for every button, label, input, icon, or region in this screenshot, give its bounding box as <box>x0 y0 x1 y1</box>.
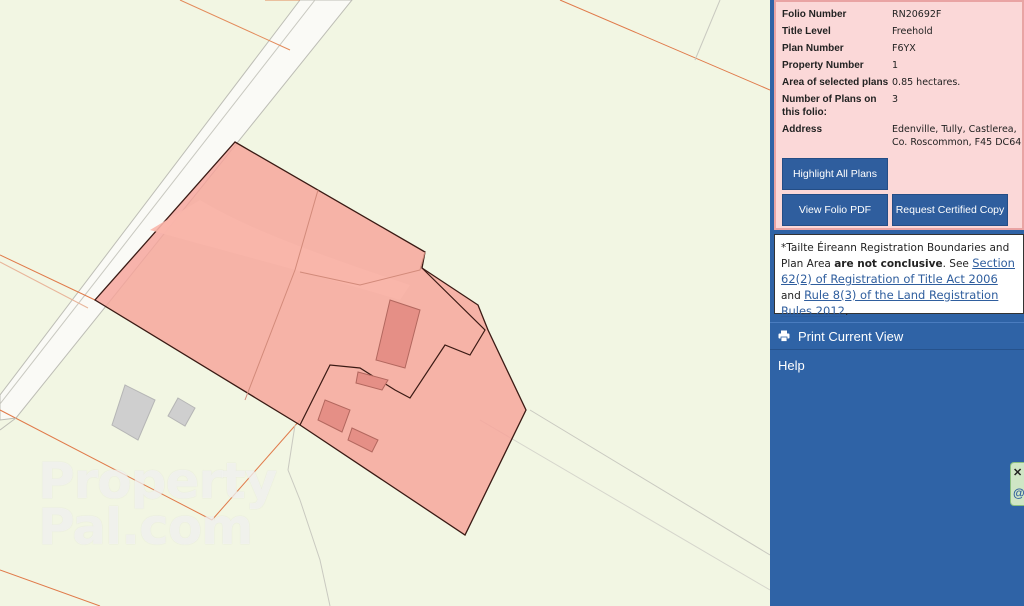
rule-8-link[interactable]: Rule 8(3) of the Land Registration Rules… <box>781 288 998 318</box>
folio-key: Title Level <box>782 26 831 37</box>
boundary-line <box>179 0 291 51</box>
folio-key: Area of selected plans <box>782 77 889 88</box>
printer-icon <box>778 330 790 342</box>
sidebar: Folio Number RN20692F Title Level Freeho… <box>770 0 1024 606</box>
gray-building <box>111 384 156 441</box>
folio-row: Address Edenville, Tully, Castlerea, Co.… <box>782 123 1022 149</box>
folio-row: Property Number 1 <box>782 59 1022 72</box>
folio-row: Area of selected plans 0.85 hectares. <box>782 76 1022 89</box>
folio-table: Folio Number RN20692F Title Level Freeho… <box>782 8 1022 153</box>
folio-value: RN20692F <box>892 9 942 20</box>
folio-key: Address <box>782 124 823 135</box>
folio-value: F6YX <box>892 43 916 54</box>
disclaimer: *Tailte Éireann Registration Boundaries … <box>774 234 1024 318</box>
folio-row: Number of Plans on this folio: 3 <box>782 93 1022 119</box>
folio-value: 1 <box>892 60 899 71</box>
map-view[interactable]: Property Pal.com <box>0 0 770 606</box>
folio-row: Folio Number RN20692F <box>782 8 1022 21</box>
highlight-all-plans-button[interactable]: Highlight All Plans <box>782 158 888 190</box>
print-label: Print Current View <box>798 328 904 344</box>
print-current-view-button[interactable]: Print Current View <box>770 322 1024 350</box>
help-label: Help <box>778 357 805 373</box>
side-widget[interactable]: ✕ @ <box>1010 462 1024 506</box>
folio-row: Title Level Freehold <box>782 25 1022 38</box>
disclaimer-bold: are not conclusive <box>834 258 943 270</box>
watermark: Property Pal.com <box>38 452 278 556</box>
folio-value: 3 <box>892 94 899 105</box>
view-folio-pdf-button[interactable]: View Folio PDF <box>782 194 888 226</box>
folio-value: 0.85 hectares. <box>892 77 961 88</box>
folio-panel: Folio Number RN20692F Title Level Freeho… <box>774 0 1024 230</box>
folio-key: Folio Number <box>782 9 847 20</box>
folio-key: Property Number <box>782 60 864 71</box>
help-menu-item[interactable]: Help <box>770 352 1024 378</box>
folio-value: Freehold <box>892 26 933 37</box>
folio-key: Number of Plans on this folio: <box>782 94 877 118</box>
share-icon[interactable]: @ <box>1013 486 1024 500</box>
close-icon[interactable]: ✕ <box>1013 466 1022 479</box>
folio-row: Plan Number F6YX <box>782 42 1022 55</box>
folio-key: Plan Number <box>782 43 844 54</box>
folio-value: Edenville, Tully, Castlerea, Co. Roscomm… <box>892 124 1022 148</box>
request-certified-copy-button[interactable]: Request Certified Copy <box>892 194 1008 226</box>
